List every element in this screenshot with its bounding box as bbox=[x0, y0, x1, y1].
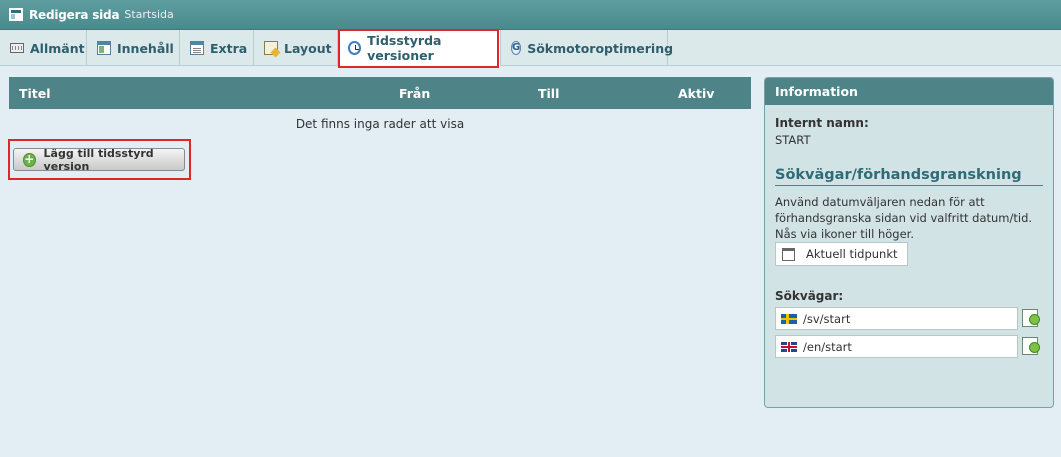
plus-icon: + bbox=[23, 151, 36, 167]
path-field-sv[interactable]: /sv/start bbox=[775, 307, 1018, 330]
add-button-label: Lägg till tidsstyrd version bbox=[43, 146, 154, 173]
google-icon: G bbox=[511, 41, 522, 55]
path-value: /sv/start bbox=[803, 311, 851, 326]
grid-empty-message: Det finns inga rader att visa bbox=[295, 117, 465, 131]
internal-name-label: Internt namn: bbox=[775, 116, 869, 130]
window-icon bbox=[97, 41, 111, 55]
keyboard-icon bbox=[10, 43, 24, 53]
date-button-label: Aktuell tidpunkt bbox=[806, 247, 898, 261]
tab-tidsstyrda-versioner[interactable]: Tidsstyrda versioner bbox=[338, 30, 501, 66]
column-header-fran[interactable]: Från bbox=[399, 86, 430, 101]
grid-header: Titel Från Till Aktiv bbox=[9, 77, 751, 109]
tab-label: Tidsstyrda versioner bbox=[367, 33, 442, 63]
form-icon bbox=[190, 41, 204, 55]
tab-bar: Allmänt Innehåll Extra Layout Tidsstyrda… bbox=[0, 30, 1061, 66]
tab-label: Sökmotoroptimering bbox=[527, 40, 674, 56]
paths-preview-heading: Sökvägar/förhandsgranskning bbox=[775, 167, 1043, 186]
column-header-aktiv[interactable]: Aktiv bbox=[678, 86, 714, 101]
clock-icon bbox=[348, 41, 362, 55]
open-page-icon[interactable] bbox=[1022, 337, 1040, 355]
tab-label: Extra bbox=[210, 40, 248, 56]
tab-label: Innehåll bbox=[117, 40, 174, 56]
window-title: Redigera sida bbox=[29, 7, 120, 22]
current-time-button[interactable]: Aktuell tidpunkt bbox=[775, 242, 908, 266]
paths-label: Sökvägar: bbox=[775, 289, 844, 303]
tab-innehall[interactable]: Innehåll bbox=[87, 30, 180, 66]
paths-description: Använd datumväljaren nedan för att förha… bbox=[775, 195, 1033, 241]
layout-icon bbox=[264, 41, 278, 55]
tab-extra[interactable]: Extra bbox=[180, 30, 254, 66]
window-titlebar: Redigera sida Startsida bbox=[0, 0, 1061, 30]
add-timed-version-button[interactable]: + Lägg till tidsstyrd version bbox=[13, 146, 185, 173]
calendar-icon bbox=[782, 247, 795, 261]
tab-sokmotoroptimering[interactable]: G Sökmotoroptimering bbox=[501, 30, 673, 66]
uk-flag-icon bbox=[781, 341, 797, 352]
column-header-till[interactable]: Till bbox=[538, 86, 559, 101]
information-panel: Information Internt namn: START Sökvägar… bbox=[764, 77, 1054, 408]
open-page-icon[interactable] bbox=[1022, 309, 1040, 327]
path-value: /en/start bbox=[803, 339, 852, 354]
sweden-flag-icon bbox=[781, 313, 797, 324]
window-subtitle: Startsida bbox=[124, 8, 174, 21]
page-icon bbox=[9, 8, 23, 21]
tab-label: Allmänt bbox=[30, 40, 85, 56]
tab-layout[interactable]: Layout bbox=[254, 30, 338, 66]
tab-allmant[interactable]: Allmänt bbox=[0, 30, 87, 66]
tab-label: Layout bbox=[284, 40, 332, 56]
column-header-titel[interactable]: Titel bbox=[19, 86, 51, 101]
information-panel-title: Information bbox=[765, 78, 1053, 105]
internal-name-value: START bbox=[775, 133, 811, 147]
path-field-en[interactable]: /en/start bbox=[775, 335, 1018, 358]
